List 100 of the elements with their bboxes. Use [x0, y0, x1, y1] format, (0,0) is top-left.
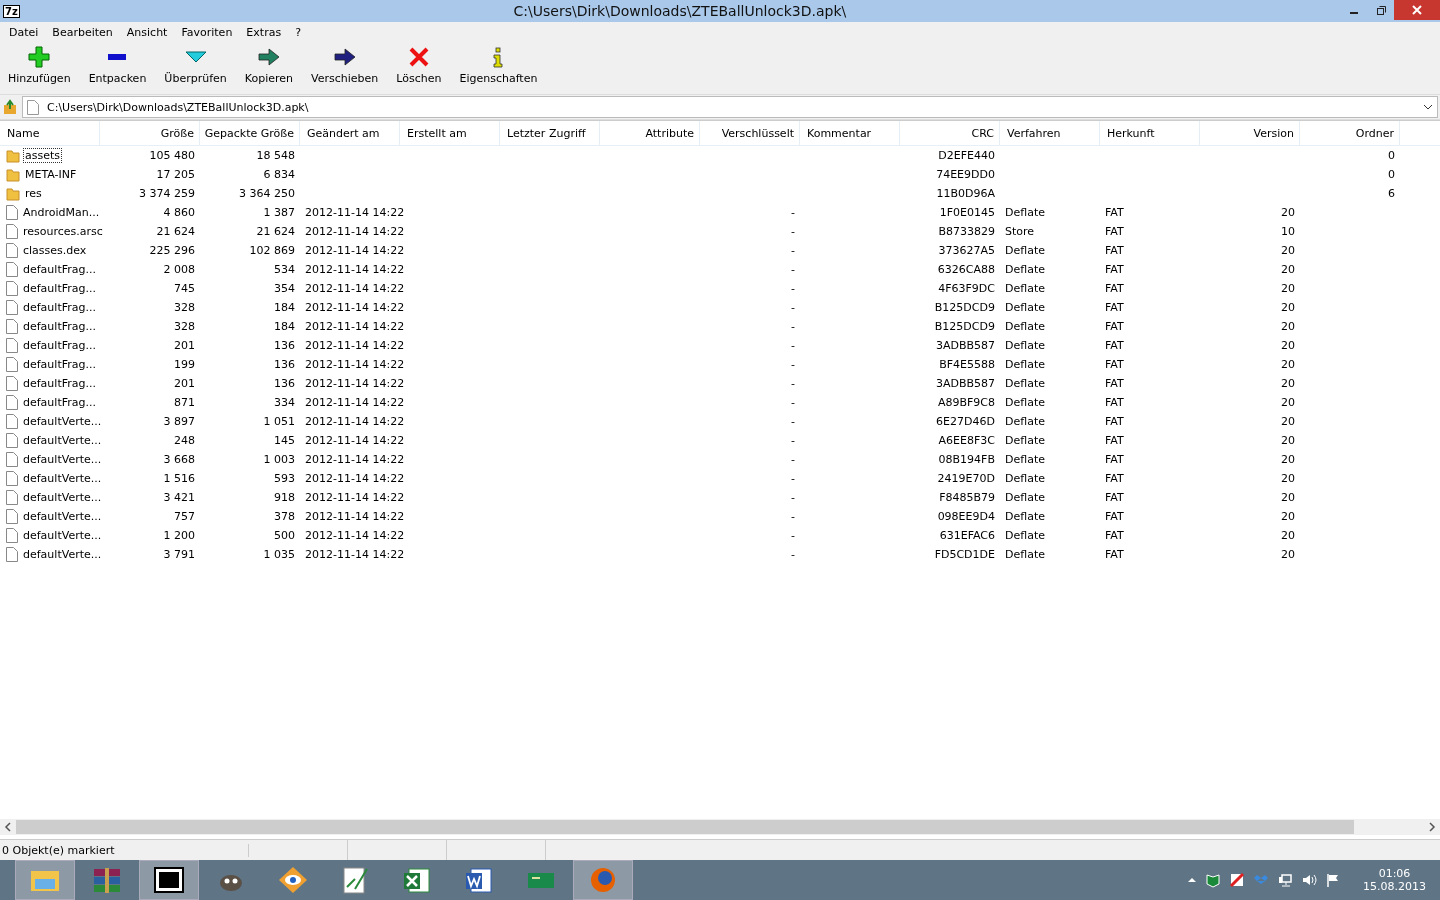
- file-name[interactable]: META-INF: [23, 167, 79, 182]
- file-name[interactable]: classes.dex: [21, 243, 89, 258]
- file-name[interactable]: defaultVerte...: [21, 528, 104, 543]
- table-cell-text: 1 003: [262, 452, 296, 468]
- table-cell-text: Deflate: [1004, 471, 1046, 487]
- table-cell-text: 20: [1280, 300, 1296, 316]
- toolbar-button[interactable]: Hinzufügen: [2, 42, 77, 89]
- file-name[interactable]: defaultFrag...: [21, 357, 98, 372]
- table-cell-text: 20: [1280, 262, 1296, 278]
- table-cell-text: -: [790, 490, 796, 506]
- folder-icon: [6, 167, 20, 182]
- table-cell-text: 184: [273, 319, 296, 335]
- table-cell-text: Deflate: [1004, 376, 1046, 392]
- file-icon: [6, 376, 18, 391]
- column-header[interactable]: Version: [1200, 121, 1300, 145]
- table-cell-text: 20: [1280, 414, 1296, 430]
- file-name[interactable]: defaultFrag...: [21, 395, 98, 410]
- table-cell-text: FAT: [1104, 357, 1125, 373]
- show-hidden-icons-icon[interactable]: [1187, 876, 1197, 884]
- network-icon[interactable]: [1277, 872, 1293, 888]
- file-name[interactable]: defaultFrag...: [21, 319, 98, 334]
- file-name[interactable]: defaultFrag...: [21, 262, 98, 277]
- taskbar-app-button[interactable]: [140, 861, 198, 899]
- column-header[interactable]: Name: [0, 121, 100, 145]
- table-cell-text: 373627A5: [937, 243, 996, 259]
- toolbar-button[interactable]: Verschieben: [305, 42, 385, 89]
- menu-item[interactable]: Datei: [2, 25, 46, 39]
- column-header[interactable]: Ordner: [1300, 121, 1400, 145]
- file-name[interactable]: resources.arsc: [21, 224, 105, 239]
- flag-icon[interactable]: [1325, 872, 1341, 888]
- table-cell-text: 918: [273, 490, 296, 506]
- table-cell-text: 3 364 250: [238, 186, 296, 202]
- table-cell-text: B125DCD9: [933, 300, 996, 316]
- speaker-icon[interactable]: [1301, 872, 1317, 888]
- info-icon: [493, 46, 504, 68]
- toolbar-button[interactable]: Eigenschaften: [453, 42, 544, 89]
- file-name[interactable]: defaultVerte...: [21, 414, 104, 429]
- file-name[interactable]: defaultVerte...: [21, 509, 104, 524]
- toolbar-button[interactable]: Kopieren: [238, 42, 299, 89]
- table-cell-text: 20: [1280, 243, 1296, 259]
- table-cell-text: 1 516: [162, 471, 196, 487]
- file-name[interactable]: defaultFrag...: [21, 376, 98, 391]
- toolbar-button[interactable]: Überprüfen: [158, 42, 233, 89]
- menu-item[interactable]: Ansicht: [119, 25, 175, 39]
- close-icon: [1412, 5, 1422, 15]
- file-name[interactable]: assets: [23, 148, 62, 163]
- table-cell-text: 105 480: [148, 148, 196, 164]
- table-cell-text: B8733829: [937, 224, 996, 240]
- file-name[interactable]: res: [23, 186, 44, 201]
- column-header[interactable]: Letzter Zugriff: [500, 121, 600, 145]
- table-cell-text: 248: [173, 433, 196, 449]
- column-header[interactable]: Größe: [100, 121, 200, 145]
- table-cell-text: -: [790, 338, 796, 354]
- column-header[interactable]: CRC: [900, 121, 1000, 145]
- table-cell-text: FAT: [1104, 414, 1125, 430]
- file-name[interactable]: defaultFrag...: [21, 338, 98, 353]
- table-cell-text: 11B0D96A: [935, 186, 996, 202]
- table-cell-text: -: [790, 357, 796, 373]
- file-icon: [6, 547, 18, 562]
- column-header[interactable]: Verfahren: [1000, 121, 1100, 145]
- file-name[interactable]: defaultVerte...: [21, 490, 104, 505]
- scroll-right-icon: [1428, 822, 1436, 832]
- table-cell-text: 354: [273, 281, 296, 297]
- table-cell-text: -: [790, 433, 796, 449]
- column-header[interactable]: Erstellt am: [400, 121, 500, 145]
- file-name[interactable]: defaultVerte...: [21, 471, 104, 486]
- table-cell-text: Deflate: [1004, 509, 1046, 525]
- menu-item[interactable]: Extras: [239, 25, 289, 39]
- table-cell-text: 500: [273, 528, 296, 544]
- toolbar-button[interactable]: Entpacken: [82, 42, 153, 89]
- column-header[interactable]: Geändert am: [300, 121, 400, 145]
- horizontal-scrollbar[interactable]: [0, 819, 1440, 835]
- column-header[interactable]: Attribute: [600, 121, 700, 145]
- file-name[interactable]: defaultFrag...: [21, 300, 98, 315]
- table-cell-text: 21 624: [155, 224, 196, 240]
- table-cell-text: 3 668: [162, 452, 196, 468]
- menu-item[interactable]: ?: [288, 25, 308, 39]
- table-cell-text: 328: [173, 319, 196, 335]
- toolbar-button[interactable]: Löschen: [390, 42, 448, 89]
- file-name[interactable]: AndroidMan...: [21, 205, 102, 220]
- file-name[interactable]: defaultVerte...: [21, 452, 104, 467]
- column-header[interactable]: Kommentar: [800, 121, 900, 145]
- table-cell-text: 20: [1280, 547, 1296, 563]
- address-field[interactable]: C:\Users\Dirk\Downloads\ZTEBallUnlock3D.apk\: [22, 96, 1438, 118]
- file-icon: [6, 262, 18, 277]
- menu-item[interactable]: Bearbeiten: [45, 25, 120, 39]
- file-name[interactable]: defaultVerte...: [21, 433, 104, 448]
- menu-item[interactable]: Favoriten: [174, 25, 240, 39]
- table-cell-text: 2 008: [162, 262, 196, 278]
- file-name[interactable]: defaultVerte...: [21, 547, 104, 562]
- column-header[interactable]: Gepackte Größe: [200, 121, 300, 145]
- clock[interactable]: 01:06 15.08.2013: [1363, 867, 1426, 893]
- column-header[interactable]: Verschlüsselt: [700, 121, 800, 145]
- close-button[interactable]: [1394, 0, 1440, 20]
- file-name[interactable]: defaultFrag...: [21, 281, 98, 296]
- copy-icon: [257, 48, 280, 66]
- column-header[interactable]: Herkunft: [1100, 121, 1200, 145]
- table-cell-text: Deflate: [1004, 547, 1046, 563]
- table-cell-text: 3 374 259: [138, 186, 196, 202]
- shield-icon[interactable]: [1229, 872, 1245, 888]
